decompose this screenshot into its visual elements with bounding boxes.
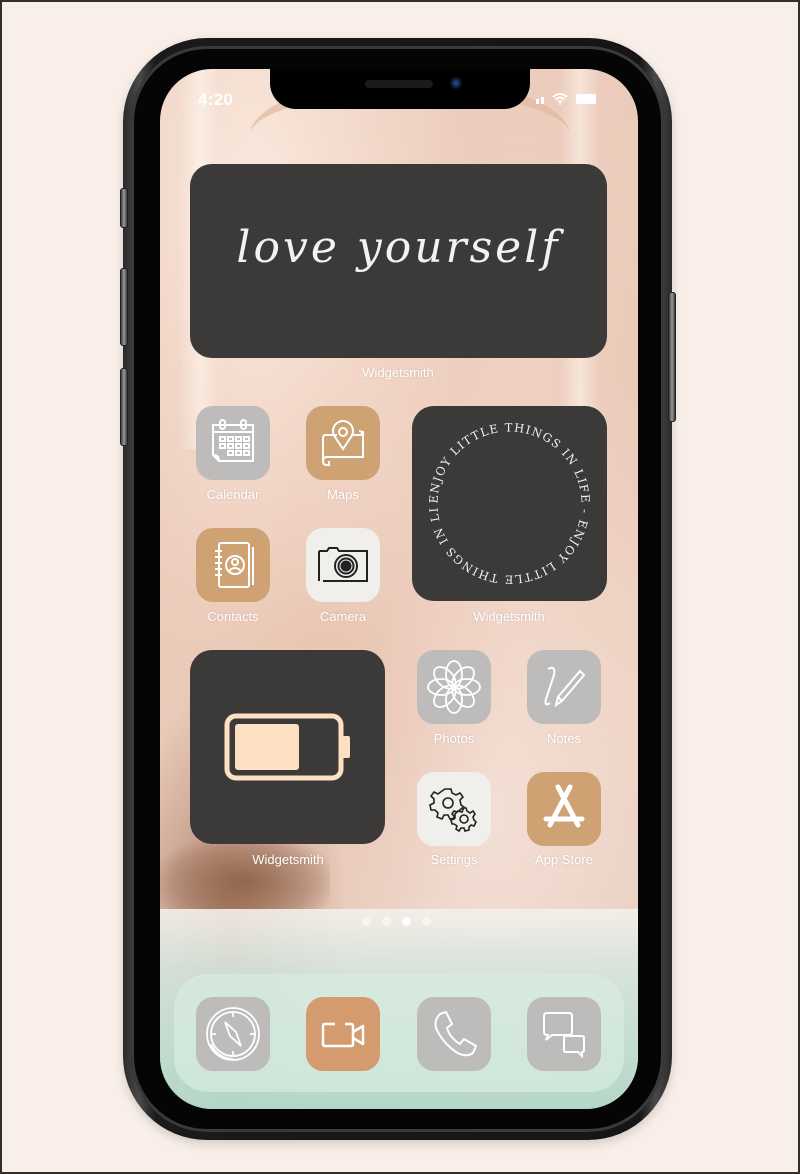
status-time: 4:20 bbox=[198, 90, 234, 109]
gears-icon bbox=[429, 788, 477, 833]
page-indicator[interactable] bbox=[362, 917, 431, 926]
silent-switch bbox=[120, 188, 128, 228]
app-store-label: App Store bbox=[535, 852, 593, 867]
app-store-app[interactable] bbox=[527, 772, 601, 846]
camera-icon bbox=[318, 547, 368, 582]
page-dot[interactable] bbox=[422, 917, 431, 926]
contacts-app[interactable] bbox=[196, 528, 270, 602]
wifi-icon bbox=[552, 93, 568, 105]
circular-text: ENJOY LITTLE THINGS IN LIFE - ENJOY LITT… bbox=[407, 395, 593, 587]
dock-messages[interactable] bbox=[527, 997, 601, 1071]
battery-icon bbox=[576, 94, 596, 104]
enjoy-life-widget-label: Widgetsmith bbox=[473, 609, 545, 624]
battery-widget[interactable] bbox=[190, 650, 385, 844]
contacts-book-icon bbox=[215, 542, 254, 588]
compass-icon bbox=[206, 1007, 260, 1061]
quote-widget[interactable]: love yourself bbox=[190, 164, 607, 358]
quote-widget-label: Widgetsmith bbox=[362, 365, 434, 380]
camera-label: Camera bbox=[319, 609, 367, 624]
chat-bubbles-icon bbox=[543, 1012, 585, 1059]
volume-up-button bbox=[120, 268, 128, 346]
flower-icon bbox=[427, 660, 481, 714]
earpiece-speaker bbox=[365, 80, 433, 88]
notes-label: Notes bbox=[547, 731, 581, 746]
dock-facetime[interactable] bbox=[306, 997, 380, 1071]
dock-phone[interactable] bbox=[417, 997, 491, 1071]
battery-level-icon bbox=[224, 713, 350, 781]
volume-down-button bbox=[120, 368, 128, 446]
status-icons bbox=[536, 92, 596, 106]
pen-icon bbox=[544, 666, 586, 708]
notch bbox=[270, 69, 530, 109]
maps-app[interactable] bbox=[306, 406, 380, 480]
dock-safari[interactable] bbox=[196, 997, 270, 1071]
page-dot[interactable] bbox=[362, 917, 371, 926]
photos-app[interactable] bbox=[417, 650, 491, 724]
quote-text: love yourself bbox=[236, 222, 561, 273]
battery-widget-label: Widgetsmith bbox=[252, 852, 324, 867]
page-dot[interactable] bbox=[382, 917, 391, 926]
camera-app[interactable] bbox=[306, 528, 380, 602]
page-dot-active[interactable] bbox=[402, 917, 411, 926]
settings-app[interactable] bbox=[417, 772, 491, 846]
maps-label: Maps bbox=[327, 487, 359, 502]
video-camera-icon bbox=[321, 1022, 365, 1048]
cellular-signal-icon bbox=[536, 94, 544, 104]
calendar-icon bbox=[212, 419, 254, 462]
power-button bbox=[668, 292, 676, 422]
calendar-app[interactable] bbox=[196, 406, 270, 480]
phone-icon bbox=[434, 1010, 478, 1057]
map-pin-icon bbox=[321, 420, 364, 466]
notes-app[interactable] bbox=[527, 650, 601, 724]
app-store-icon bbox=[543, 784, 585, 828]
front-camera bbox=[450, 77, 462, 89]
enjoy-life-widget[interactable]: ENJOY LITTLE THINGS IN LIFE - ENJOY LITT… bbox=[407, 395, 607, 601]
svg-text:ENJOY LITTLE THINGS IN LIFE -: ENJOY LITTLE THINGS IN LIFE - ENJOY LITT… bbox=[412, 406, 593, 587]
